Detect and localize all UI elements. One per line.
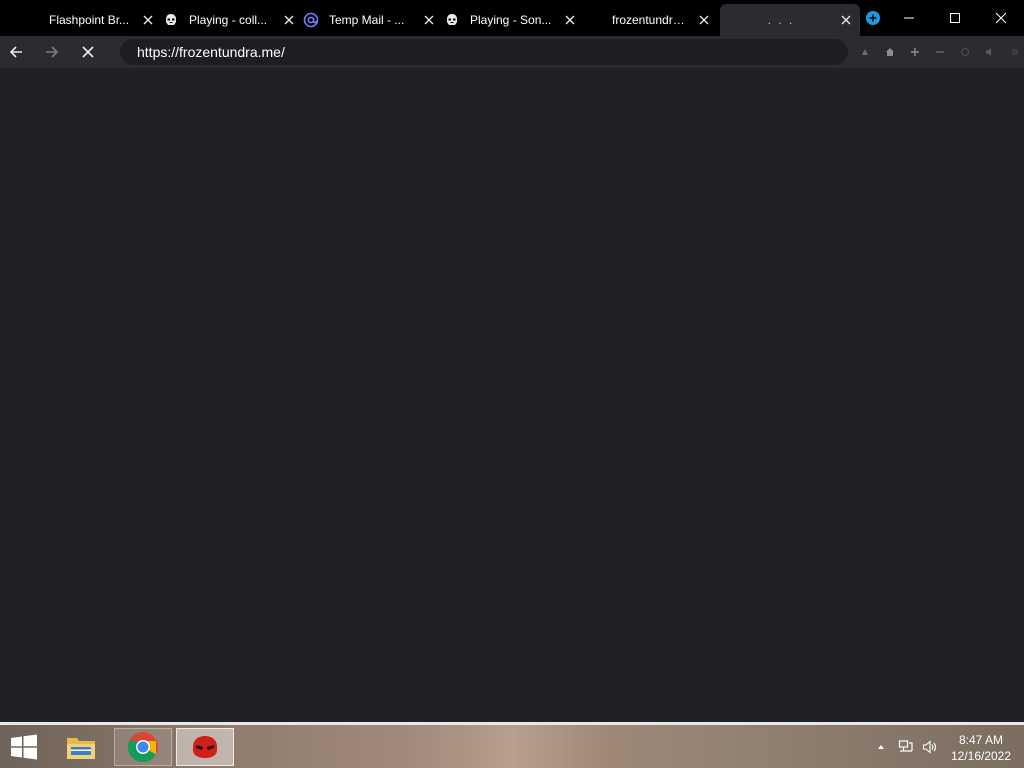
tab-flashpoint[interactable]: Flashpoint Br...	[38, 4, 156, 36]
windows-taskbar: 8:47 AM 12/16/2022	[0, 725, 1024, 768]
taskbar-chrome[interactable]	[114, 728, 172, 766]
close-icon[interactable]	[281, 12, 297, 28]
arrow-right-icon	[46, 46, 59, 58]
show-hidden-icons-button[interactable]	[874, 725, 888, 768]
network-tray-button[interactable]	[896, 725, 916, 768]
minimize-icon	[904, 17, 914, 19]
address-bar[interactable]: https://frozentundra.me/	[120, 39, 848, 65]
speaker-icon	[922, 739, 937, 754]
minus-icon[interactable]	[927, 36, 952, 68]
chevron-up-icon	[878, 744, 884, 749]
tab-title: Playing - coll...	[189, 13, 268, 27]
chrome-icon	[127, 732, 158, 763]
tab-frozentundra[interactable]: frozentundra....	[584, 4, 718, 36]
minimize-button[interactable]	[886, 0, 932, 36]
blank-favicon-icon	[38, 12, 39, 28]
tab-playing-son[interactable]: Playing - Son...	[444, 4, 578, 36]
tab-title: Temp Mail - ...	[329, 13, 405, 27]
home-icon[interactable]	[877, 36, 902, 68]
tab-temp-mail[interactable]: Temp Mail - ...	[303, 4, 437, 36]
maximize-button[interactable]	[932, 0, 978, 36]
browser-toolbar: https://frozentundra.me/	[0, 36, 1024, 68]
clock-date: 12/16/2022	[950, 749, 1012, 763]
tab-title: Flashpoint Br...	[49, 13, 130, 27]
stormtrooper-icon	[163, 12, 179, 28]
tab-title: . . .	[767, 13, 795, 27]
close-icon[interactable]	[421, 12, 437, 28]
maximize-icon	[950, 13, 960, 23]
tab-title: Playing - Son...	[470, 13, 552, 27]
close-icon[interactable]	[140, 12, 156, 28]
tab-loading[interactable]: . . .	[720, 4, 860, 36]
taskbar-file-explorer[interactable]	[52, 728, 110, 766]
circle-icon[interactable]	[952, 36, 977, 68]
forward-button[interactable]	[38, 38, 66, 66]
taskbar-flashpoint[interactable]	[176, 728, 234, 766]
speaker-icon[interactable]	[977, 36, 1002, 68]
stormtrooper-icon	[444, 12, 460, 28]
tab-playing-coll[interactable]: Playing - coll...	[163, 4, 297, 36]
address-url: https://frozentundra.me/	[137, 44, 285, 60]
file-explorer-icon	[67, 738, 95, 759]
tab-title: frozentundra....	[612, 13, 690, 27]
stop-loading-button[interactable]	[74, 38, 102, 66]
close-icon[interactable]	[696, 12, 712, 28]
window-close-button[interactable]	[978, 0, 1024, 36]
at-sign-icon	[303, 12, 319, 28]
page-content[interactable]	[0, 68, 1024, 724]
back-button[interactable]	[2, 38, 30, 66]
volume-tray-button[interactable]	[920, 725, 940, 768]
new-tab-button[interactable]	[862, 0, 884, 36]
windows-logo-icon	[11, 734, 37, 760]
arrow-left-icon	[9, 46, 22, 58]
taskbar-clock[interactable]: 8:47 AM 12/16/2022	[946, 732, 1016, 764]
close-icon[interactable]	[838, 12, 854, 28]
network-icon	[898, 739, 913, 752]
plus-circle-icon	[866, 11, 880, 25]
tab-strip: Flashpoint Br... Playing - coll... Temp …	[0, 0, 1024, 36]
bell-icon[interactable]	[852, 36, 877, 68]
flashpoint-icon	[193, 736, 217, 758]
plus-icon[interactable]	[902, 36, 927, 68]
start-button[interactable]	[0, 728, 48, 766]
close-icon[interactable]	[562, 12, 578, 28]
close-icon	[995, 12, 1007, 24]
menu-icon[interactable]	[1002, 36, 1024, 68]
clock-time: 8:47 AM	[958, 733, 1004, 747]
extension-toolbar	[852, 36, 1024, 68]
close-icon	[82, 46, 94, 58]
